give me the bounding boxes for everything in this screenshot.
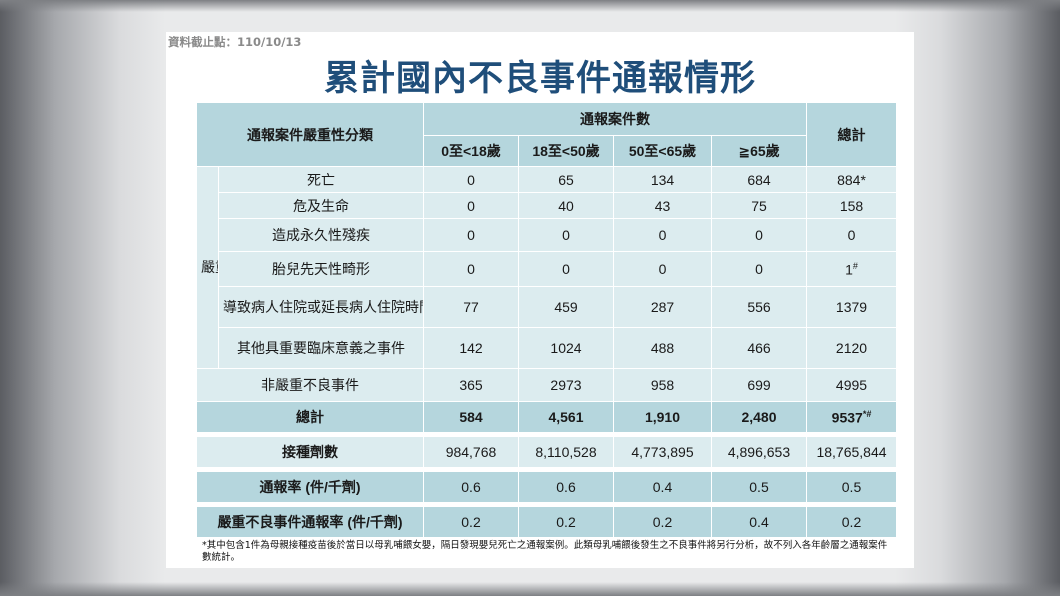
table-cell: 8,110,528 xyxy=(518,436,614,468)
table-cell: 77 xyxy=(423,286,519,328)
table-cell: 584 xyxy=(423,401,519,433)
table-cell: 2973 xyxy=(518,368,614,402)
count-header: 通報案件數 xyxy=(423,102,807,136)
doses-row: 接種劑數 984,768 8,110,528 4,773,895 4,896,6… xyxy=(196,436,897,468)
table-cell: 0.2 xyxy=(423,506,519,538)
table-cell: 488 xyxy=(613,327,712,369)
table-row: 嚴重不良事件 死亡 0 65 134 684 884* xyxy=(196,166,897,369)
footnote-mark: * xyxy=(860,171,866,188)
slide: 資料截止點：110/10/13 累計國內不良事件通報情形 通報案件嚴重性分類 通… xyxy=(166,32,914,568)
table-cell: 459 xyxy=(518,286,614,328)
table-cell: 684 xyxy=(711,166,807,193)
table-cell: 4,896,653 xyxy=(711,436,807,468)
table-cell: 0.2 xyxy=(613,506,712,538)
age-group-header: 50至<65歲 xyxy=(613,135,712,167)
row-total: 9537*# xyxy=(806,401,897,433)
table-cell: 1,910 xyxy=(613,401,712,433)
row-total: 18,765,844 xyxy=(806,436,897,468)
table-cell: 0 xyxy=(423,192,519,219)
table-row: 胎兒先天性畸形 0 0 0 0 1# xyxy=(196,251,897,287)
table-cell: 0 xyxy=(518,251,614,287)
table-cell: 1024 xyxy=(518,327,614,369)
row-label: 危及生命 xyxy=(218,192,424,219)
table-cell: 0.4 xyxy=(711,506,807,538)
table-cell: 2,480 xyxy=(711,401,807,433)
row-total: 0.5 xyxy=(806,471,897,503)
age-group-header: ≧65歲 xyxy=(711,135,807,167)
age-group-header: 18至<50歲 xyxy=(518,135,614,167)
row-total: 1# xyxy=(806,251,897,287)
table-row: 導致病人住院或延長病人住院時間 77 459 287 556 1379 xyxy=(196,286,897,328)
row-total: 2120 xyxy=(806,327,897,369)
category-header: 通報案件嚴重性分類 xyxy=(196,102,424,167)
table-cell: 0.5 xyxy=(711,471,807,503)
serious-rate-row: 嚴重不良事件通報率 (件/千劑) 0.2 0.2 0.2 0.4 0.2 xyxy=(196,506,897,538)
row-total: 158 xyxy=(806,192,897,219)
bottom-shadow xyxy=(0,582,1060,596)
table-cell: 0 xyxy=(613,251,712,287)
table-cell: 75 xyxy=(711,192,807,219)
slide-title: 累計國內不良事件通報情形 xyxy=(323,59,756,99)
row-label: 通報率 (件/千劑) xyxy=(196,471,424,503)
row-total: 0.2 xyxy=(806,506,897,538)
table-cell: 984,768 xyxy=(423,436,519,468)
total-value: 9537 xyxy=(831,409,863,426)
table-cell: 0.4 xyxy=(613,471,712,503)
table-row: 非嚴重不良事件 365 2973 958 699 4995 xyxy=(196,368,897,402)
table-cell: 0 xyxy=(711,218,807,252)
serious-events-label: 嚴重不良事件 xyxy=(196,166,219,369)
row-label: 非嚴重不良事件 xyxy=(196,368,424,402)
table-cell: 0.6 xyxy=(518,471,614,503)
row-total: 0 xyxy=(806,218,897,252)
table-cell: 40 xyxy=(518,192,614,219)
row-label: 死亡 xyxy=(218,166,424,193)
row-label: 導致病人住院或延長病人住院時間 xyxy=(218,286,424,328)
age-group-header: 0至<18歲 xyxy=(423,135,519,167)
row-total: 884* xyxy=(806,166,897,193)
total-value: 1 xyxy=(845,261,853,278)
table-cell: 142 xyxy=(423,327,519,369)
table-cell: 556 xyxy=(711,286,807,328)
row-label: 嚴重不良事件通報率 (件/千劑) xyxy=(196,506,424,538)
footnote: *其中包含1件為母親接種疫苗後於當日以母乳哺餵女嬰，隔日發現嬰兒死亡之通報案例。… xyxy=(202,540,888,563)
table-cell: 0.2 xyxy=(518,506,614,538)
table-cell: 4,561 xyxy=(518,401,614,433)
table-row: 危及生命 0 40 43 75 158 xyxy=(196,192,897,219)
table-cell: 287 xyxy=(613,286,712,328)
adverse-event-table: 通報案件嚴重性分類 通報案件數 總計 0至<18歲 18至<50歲 50至<65… xyxy=(196,102,897,538)
footnote-mark: *# xyxy=(862,408,872,419)
table-cell: 4,773,895 xyxy=(613,436,712,468)
table-cell: 43 xyxy=(613,192,712,219)
footnote-mark: # xyxy=(852,260,858,271)
table-row: 其他具重要臨床意義之事件 142 1024 488 466 2120 xyxy=(196,327,897,369)
table-cell: 365 xyxy=(423,368,519,402)
data-cutoff-date: 資料截止點：110/10/13 xyxy=(168,35,302,49)
row-total: 1379 xyxy=(806,286,897,328)
table-cell: 0 xyxy=(711,251,807,287)
total-header: 總計 xyxy=(806,102,897,167)
table-cell: 699 xyxy=(711,368,807,402)
table-cell: 0 xyxy=(423,166,519,193)
row-label: 造成永久性殘疾 xyxy=(218,218,424,252)
table-cell: 65 xyxy=(518,166,614,193)
row-label: 其他具重要臨床意義之事件 xyxy=(218,327,424,369)
table-cell: 0 xyxy=(613,218,712,252)
table-row: 造成永久性殘疾 0 0 0 0 0 xyxy=(196,218,897,252)
table-cell: 466 xyxy=(711,327,807,369)
table-cell: 0 xyxy=(423,251,519,287)
table-cell: 0 xyxy=(423,218,519,252)
total-value: 884 xyxy=(837,171,861,188)
row-label: 接種劑數 xyxy=(196,436,424,468)
top-shadow xyxy=(0,0,1060,12)
table-cell: 0.6 xyxy=(423,471,519,503)
table-cell: 134 xyxy=(613,166,712,193)
row-label: 胎兒先天性畸形 xyxy=(218,251,424,287)
rate-row: 通報率 (件/千劑) 0.6 0.6 0.4 0.5 0.5 xyxy=(196,471,897,503)
table-cell: 958 xyxy=(613,368,712,402)
header-row-1: 通報案件嚴重性分類 通報案件數 總計 xyxy=(196,102,897,167)
total-row: 總計 584 4,561 1,910 2,480 9537*# xyxy=(196,401,897,433)
table-cell: 0 xyxy=(518,218,614,252)
row-total: 4995 xyxy=(806,368,897,402)
row-label: 總計 xyxy=(196,401,424,433)
